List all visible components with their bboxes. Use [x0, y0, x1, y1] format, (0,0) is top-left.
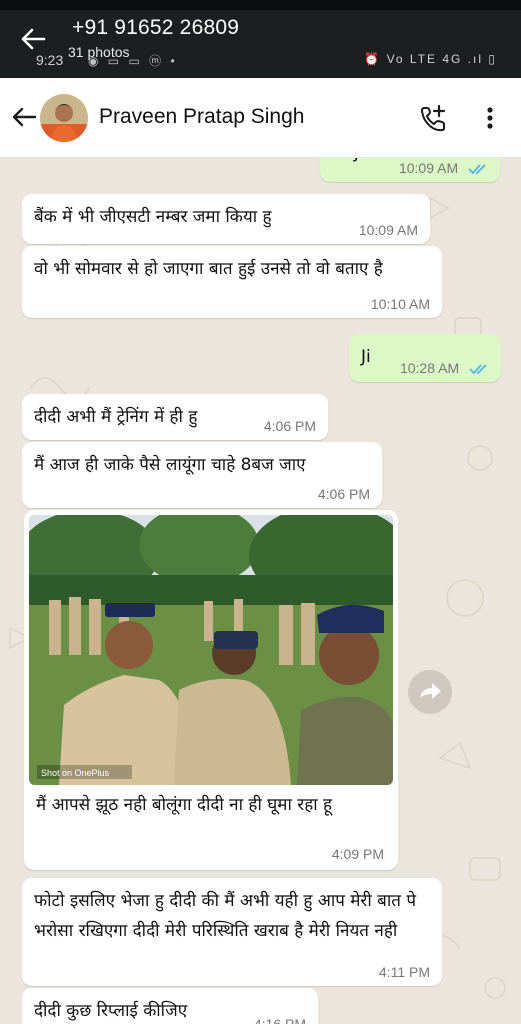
status-bar-time: 9:23 — [36, 52, 64, 68]
message-text: वो भी सोमवार से हो जाएगा बात हुई उनसे तो… — [34, 259, 383, 279]
message-time: 10:09 AM — [358, 222, 418, 238]
shared-photo[interactable]: Shot on OnePlus — [29, 515, 393, 785]
message-time: 10:10 AM — [370, 296, 430, 312]
contact-avatar[interactable] — [40, 94, 88, 142]
message-bubble-photo[interactable]: Shot on OnePlus मैं आपसे झूठ नही बोलूंगा… — [24, 510, 398, 870]
photo-police-training-image: Shot on OnePlus — [29, 515, 393, 785]
message-time: 4:11 PM — [378, 964, 430, 980]
forward-icon — [420, 683, 441, 699]
avatar-photo-icon — [40, 94, 88, 142]
message-text: बैंक में भी जीएसटी नम्बर जमा किया हु — [34, 207, 272, 227]
message-bubble-incoming[interactable]: दीदी कुछ रिप्लाई कीजिए 4:16 PM — [22, 988, 318, 1024]
viewer-title: +91 91652 26809 — [72, 16, 240, 39]
message-time: 10:09 AM — [398, 160, 459, 176]
message-text: दीदी अभी मैं ट्रेनिंग में ही हु — [34, 407, 198, 427]
message-text: Ji — [354, 158, 364, 168]
message-bubble-outgoing[interactable]: Ji 10:09 AM — [320, 158, 500, 182]
chat-header: Praveen Pratap Singh — [0, 78, 521, 158]
viewer-back-arrow-icon[interactable] — [18, 24, 48, 54]
message-bubble-incoming[interactable]: फोटो इसलिए भेजा हु दीदी की मैं अभी यही ह… — [22, 878, 442, 986]
photo-watermark: Shot on OnePlus — [41, 768, 110, 778]
message-text: दीदी कुछ रिप्लाई कीजिए — [34, 1001, 188, 1021]
chat-message-list[interactable]: Ji 10:09 AM बैंक में भी जीएसटी नम्बर जमा… — [0, 158, 521, 1024]
viewer-top-strip — [0, 0, 521, 10]
message-bubble-incoming[interactable]: दीदी अभी मैं ट्रेनिंग में ही हु 4:06 PM — [22, 394, 328, 440]
message-text: मैं आज ही जाके पैसे लायूंगा चाहे 8बज जाए — [34, 455, 306, 475]
message-bubble-incoming[interactable]: बैंक में भी जीएसटी नम्बर जमा किया हु 10:… — [22, 194, 430, 244]
message-text: Ji — [361, 347, 371, 367]
message-time: 4:06 PM — [263, 418, 316, 434]
message-time: 4:16 PM — [253, 1016, 306, 1024]
message-time: 10:28 AM — [399, 360, 460, 376]
message-time: 4:06 PM — [317, 486, 370, 502]
add-call-icon[interactable] — [418, 103, 448, 133]
back-arrow-icon[interactable] — [10, 103, 38, 131]
forward-button[interactable] — [408, 670, 452, 714]
photo-viewer-bar: +91 91652 26809 9:23 ◉ ▭ ▭ ⓜ • 31 photos… — [0, 0, 521, 78]
read-receipt-icon — [469, 364, 487, 375]
contact-name[interactable]: Praveen Pratap Singh — [99, 105, 304, 129]
message-bubble-outgoing[interactable]: Ji 10:28 AM — [349, 334, 501, 382]
message-time: 4:09 PM — [331, 846, 384, 862]
status-bar-system-icons: ⏰ Vo LTE 4G .ıl ▯ — [364, 52, 497, 66]
message-bubble-incoming[interactable]: मैं आज ही जाके पैसे लायूंगा चाहे 8बज जाए… — [22, 442, 382, 508]
message-text: फोटो इसलिए भेजा हु दीदी की मैं अभी यही ह… — [34, 891, 417, 941]
viewer-subtitle: 31 photos — [68, 44, 130, 60]
more-vert-icon[interactable] — [478, 102, 502, 134]
read-receipt-icon — [468, 164, 486, 175]
message-bubble-incoming[interactable]: वो भी सोमवार से हो जाएगा बात हुई उनसे तो… — [22, 246, 442, 318]
message-text: मैं आपसे झूठ नही बोलूंगा दीदी ना ही घूमा… — [36, 795, 333, 815]
